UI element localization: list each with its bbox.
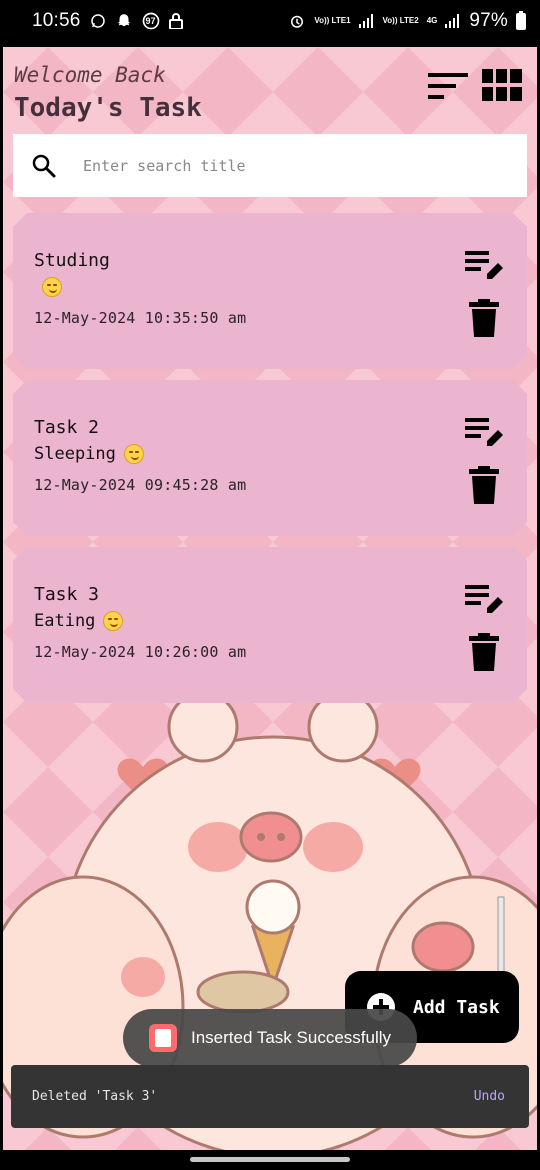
trash-icon (469, 633, 499, 671)
task-title: Task 2 (34, 417, 100, 438)
signal-icon (358, 14, 375, 28)
task-description (34, 277, 62, 297)
header: Welcome Back Today's Task (14, 61, 524, 131)
snackbar: Deleted 'Task 3' Undo (11, 1065, 529, 1128)
task-date: 12-May-2024 10:26:00 am (34, 643, 247, 661)
search-input[interactable] (83, 148, 483, 183)
trash-icon (469, 466, 499, 504)
network2-tech: 4G (426, 16, 438, 25)
sleeping-face-emoji (123, 444, 144, 464)
snapchat-icon (115, 12, 133, 30)
app-screen: Welcome Back Today's Task Studing (3, 47, 537, 1150)
network2-label: Vo)) LTE2 (382, 16, 419, 25)
grid-view-icon (482, 69, 522, 101)
delete-task-button[interactable] (469, 633, 499, 671)
task-card[interactable]: Task 2 Sleeping 12-May-2024 09:45:28 am (13, 380, 527, 536)
search-icon (32, 154, 56, 177)
battery-icon (516, 10, 526, 30)
task-description-text: Eating (34, 611, 96, 631)
task-description: Eating (34, 611, 124, 631)
sort-icon (428, 73, 468, 99)
status-bar: 10:56 97 Vo)) LTE1 Vo)) LTE2 4G 97% (0, 0, 540, 42)
edit-note-icon (465, 251, 503, 279)
app-icon (149, 1024, 177, 1052)
toast-message: Inserted Task Successfully (123, 1009, 417, 1067)
home-indicator[interactable] (190, 1157, 350, 1162)
task-date: 12-May-2024 10:35:50 am (34, 309, 247, 327)
badge-text: 97 (145, 16, 156, 26)
task-card[interactable]: Studing 12-May-2024 10:35:50 am (13, 213, 527, 369)
signal-icon-2 (445, 14, 461, 28)
whatsapp-icon (89, 12, 107, 30)
battery-percent: 97% (469, 10, 508, 31)
add-task-label: Add Task (413, 996, 500, 1018)
alarm-icon (288, 12, 306, 30)
toast-text: Inserted Task Successfully (191, 1028, 391, 1047)
delete-task-button[interactable] (469, 299, 499, 337)
snackbar-message: Deleted 'Task 3' (32, 1089, 158, 1104)
lock-icon (168, 13, 183, 29)
network1-label: Vo)) LTE1 (314, 16, 351, 25)
delete-task-button[interactable] (469, 466, 499, 504)
task-card[interactable]: Task 3 Eating 12-May-2024 10:26:00 am (13, 547, 527, 703)
undo-button[interactable]: Undo (474, 1089, 505, 1104)
task-description: Sleeping (34, 444, 144, 464)
edit-task-button[interactable] (465, 249, 503, 283)
welcome-text: Welcome Back (14, 63, 166, 87)
task-date: 12-May-2024 09:45:28 am (34, 476, 247, 494)
navigation-bar (0, 1150, 540, 1170)
task-description-text: Sleeping (34, 444, 116, 464)
notification-count-badge: 97 (141, 11, 161, 31)
status-left: 10:56 97 (32, 10, 183, 32)
search-bar[interactable] (13, 134, 527, 197)
edit-task-button[interactable] (465, 416, 503, 450)
page-title: Today's Task (14, 93, 202, 123)
task-title: Task 3 (34, 584, 100, 605)
sort-button[interactable] (426, 67, 470, 107)
yum-face-emoji (103, 611, 124, 631)
clock: 10:56 (32, 10, 81, 31)
edit-task-button[interactable] (465, 583, 503, 617)
status-right: Vo)) LTE1 Vo)) LTE2 4G 97% (288, 10, 526, 32)
grid-view-button[interactable] (480, 65, 524, 105)
edit-note-icon (465, 418, 503, 446)
smiling-face-emoji (42, 277, 62, 297)
task-title: Studing (34, 250, 110, 271)
edit-note-icon (465, 585, 503, 613)
trash-icon (469, 299, 499, 337)
